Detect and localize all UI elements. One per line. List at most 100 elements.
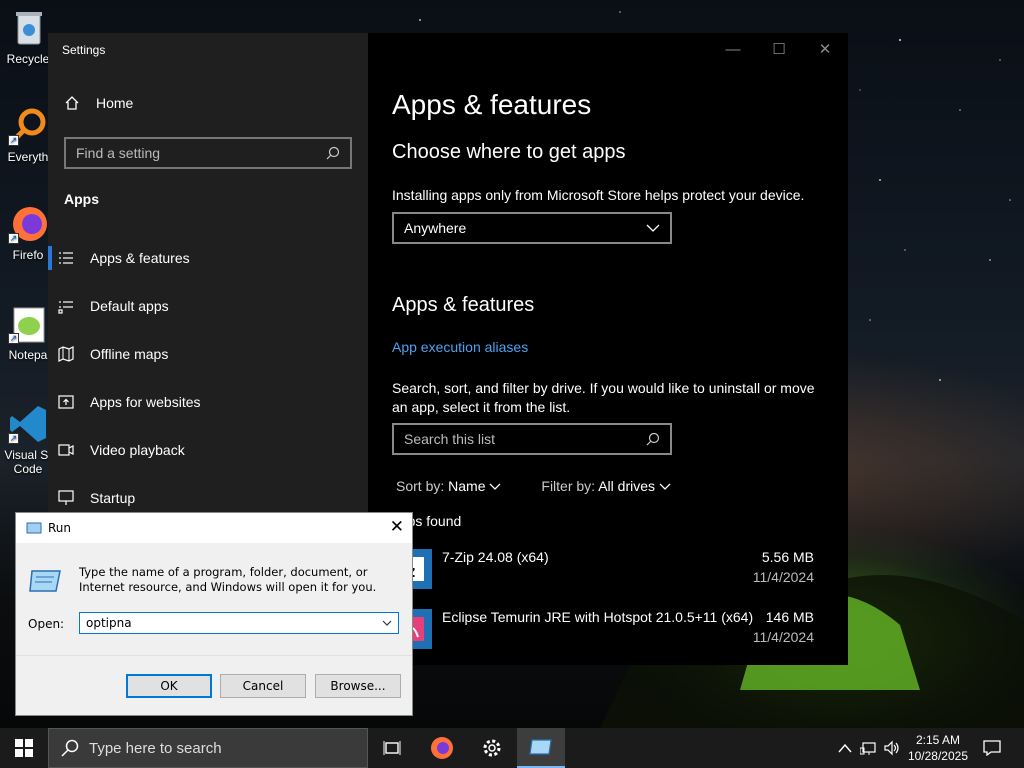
recycle-bin-icon (8, 8, 48, 48)
run-open-input[interactable]: optipna (79, 612, 399, 634)
app-source-dropdown[interactable]: Anywhere (392, 212, 672, 244)
search-icon (61, 739, 79, 757)
start-button[interactable] (0, 728, 48, 768)
windows-logo-icon (15, 739, 33, 757)
action-center-button[interactable] (968, 728, 1016, 768)
app-list-item[interactable]: z 7-Zip 24.08 (x64) 5.56 MB 11/4/2024 (392, 545, 816, 597)
sidebar-item-default-apps[interactable]: Default apps (48, 286, 368, 326)
run-title: Run (48, 521, 72, 535)
sort-filter-row: Sort by: Name Filter by: All drives (396, 478, 671, 494)
search-list-input[interactable]: Search this list (392, 423, 672, 455)
desktop-icon-label: Everyth (7, 150, 49, 164)
choose-apps-heading: Choose where to get apps (392, 141, 626, 163)
app-source-value: Anywhere (404, 220, 467, 236)
app-name: 7-Zip 24.08 (x64) (442, 549, 549, 565)
cancel-label: Cancel (242, 679, 284, 693)
maximize-button[interactable]: ☐ (756, 33, 802, 65)
nav-label: Default apps (90, 298, 169, 314)
run-close-button[interactable]: ✕ (390, 517, 404, 537)
sidebar-item-video-playback[interactable]: Video playback (48, 430, 368, 470)
close-button[interactable]: ✕ (802, 33, 848, 65)
clock-date: 10/28/2025 (907, 749, 968, 763)
browse-label: Browse... (330, 679, 386, 693)
desktop-icon-label: Firefo (12, 248, 44, 262)
search-icon (646, 432, 660, 446)
find-setting-input[interactable]: Find a setting (64, 137, 352, 169)
chevron-down-icon[interactable] (382, 620, 392, 626)
choose-apps-description: Installing apps only from Microsoft Stor… (392, 187, 805, 203)
taskbar-settings[interactable] (468, 728, 516, 768)
apps-features-heading: Apps & features (392, 294, 535, 316)
sidebar-item-home[interactable]: Home (64, 95, 133, 111)
app-list-item[interactable]: Eclipse Temurin JRE with Hotspot 21.0.5+… (392, 605, 816, 657)
volume-icon[interactable] (884, 740, 900, 756)
open-label: Open: (28, 617, 65, 631)
chevron-down-icon (646, 224, 660, 232)
network-icon[interactable] (860, 740, 876, 756)
browse-button[interactable]: Browse... (315, 674, 401, 698)
taskbar-search-placeholder: Type here to search (89, 739, 222, 757)
ok-label: OK (160, 679, 178, 693)
window-title: Settings (62, 43, 106, 57)
sort-value: Name (448, 478, 486, 494)
run-titlebar[interactable]: Run (16, 513, 412, 543)
search-list-placeholder: Search this list (404, 431, 496, 447)
everything-search-icon: ↗ (8, 106, 48, 146)
run-program-icon (29, 570, 61, 592)
filter-by-dropdown[interactable]: Filter by: All drives (541, 478, 671, 494)
notepad-plus-icon: ↗ (8, 304, 48, 344)
sidebar-item-apps-features[interactable]: Apps & features (48, 238, 368, 278)
shortcut-arrow-icon: ↗ (8, 135, 19, 146)
sidebar-item-offline-maps[interactable]: Offline maps (48, 334, 368, 374)
map-icon (48, 346, 90, 362)
sort-label: Sort by: (396, 478, 445, 494)
firefox-icon: ↗ (8, 204, 48, 244)
run-app-icon (529, 739, 552, 755)
desktop-icon-recycle-bin[interactable]: Recycle (4, 8, 52, 66)
run-open-value: optipna (86, 616, 132, 630)
app-date: 11/4/2024 (752, 569, 814, 585)
nav-label: Apps for websites (90, 394, 201, 410)
sort-by-dropdown[interactable]: Sort by: Name (396, 478, 501, 494)
video-icon (48, 442, 90, 458)
filter-label: Filter by: (541, 478, 596, 494)
nav-label: Startup (90, 490, 136, 506)
close-icon: ✕ (389, 517, 404, 537)
chevron-up-icon[interactable] (838, 743, 852, 753)
minimize-icon: — (725, 40, 741, 58)
app-execution-aliases-link[interactable]: App execution aliases (392, 339, 528, 355)
chevron-down-icon (659, 483, 671, 490)
list-icon (48, 250, 90, 266)
taskbar-firefox[interactable] (418, 728, 466, 768)
desktop-icon-firefox[interactable]: ↗ Firefo (4, 204, 52, 262)
sidebar-item-apps-for-websites[interactable]: Apps for websites (48, 382, 368, 422)
cancel-button[interactable]: Cancel (220, 674, 306, 698)
chevron-down-icon (489, 483, 501, 490)
nav-label: Video playback (90, 442, 185, 458)
desktop-icon-label: Visual St Code (4, 448, 52, 476)
taskbar-run[interactable] (517, 728, 565, 768)
page-title: Apps & features (392, 89, 592, 120)
run-app-icon (26, 522, 42, 534)
taskbar: Type here to search 2:15 AM 10/28/2025 (0, 728, 1024, 768)
run-description: Type the name of a program, folder, docu… (79, 565, 377, 594)
default-apps-icon (48, 298, 90, 314)
search-description-line1: Search, sort, and filter by drive. If yo… (392, 380, 815, 396)
ok-button[interactable]: OK (126, 674, 212, 698)
search-icon (326, 146, 340, 160)
shortcut-arrow-icon: ↗ (8, 433, 19, 444)
startup-icon (48, 490, 90, 506)
desktop-icon-vscode[interactable]: ↗ Visual St Code (4, 404, 52, 476)
desktop-icon-notepad-plus[interactable]: ↗ Notepa (4, 304, 52, 362)
task-view-button[interactable] (368, 728, 416, 768)
vscode-icon: ↗ (8, 404, 48, 444)
desktop-icon-everything[interactable]: ↗ Everyth (4, 106, 52, 164)
taskbar-clock[interactable]: 2:15 AM 10/28/2025 (908, 732, 968, 764)
minimize-button[interactable]: — (710, 33, 756, 65)
firefox-icon (431, 737, 453, 759)
nav-label: Apps & features (90, 250, 190, 266)
system-tray (838, 728, 900, 768)
notification-icon (983, 740, 1001, 756)
taskbar-search-box[interactable]: Type here to search (48, 728, 368, 768)
desktop-icon-label: Notepa (8, 348, 48, 362)
